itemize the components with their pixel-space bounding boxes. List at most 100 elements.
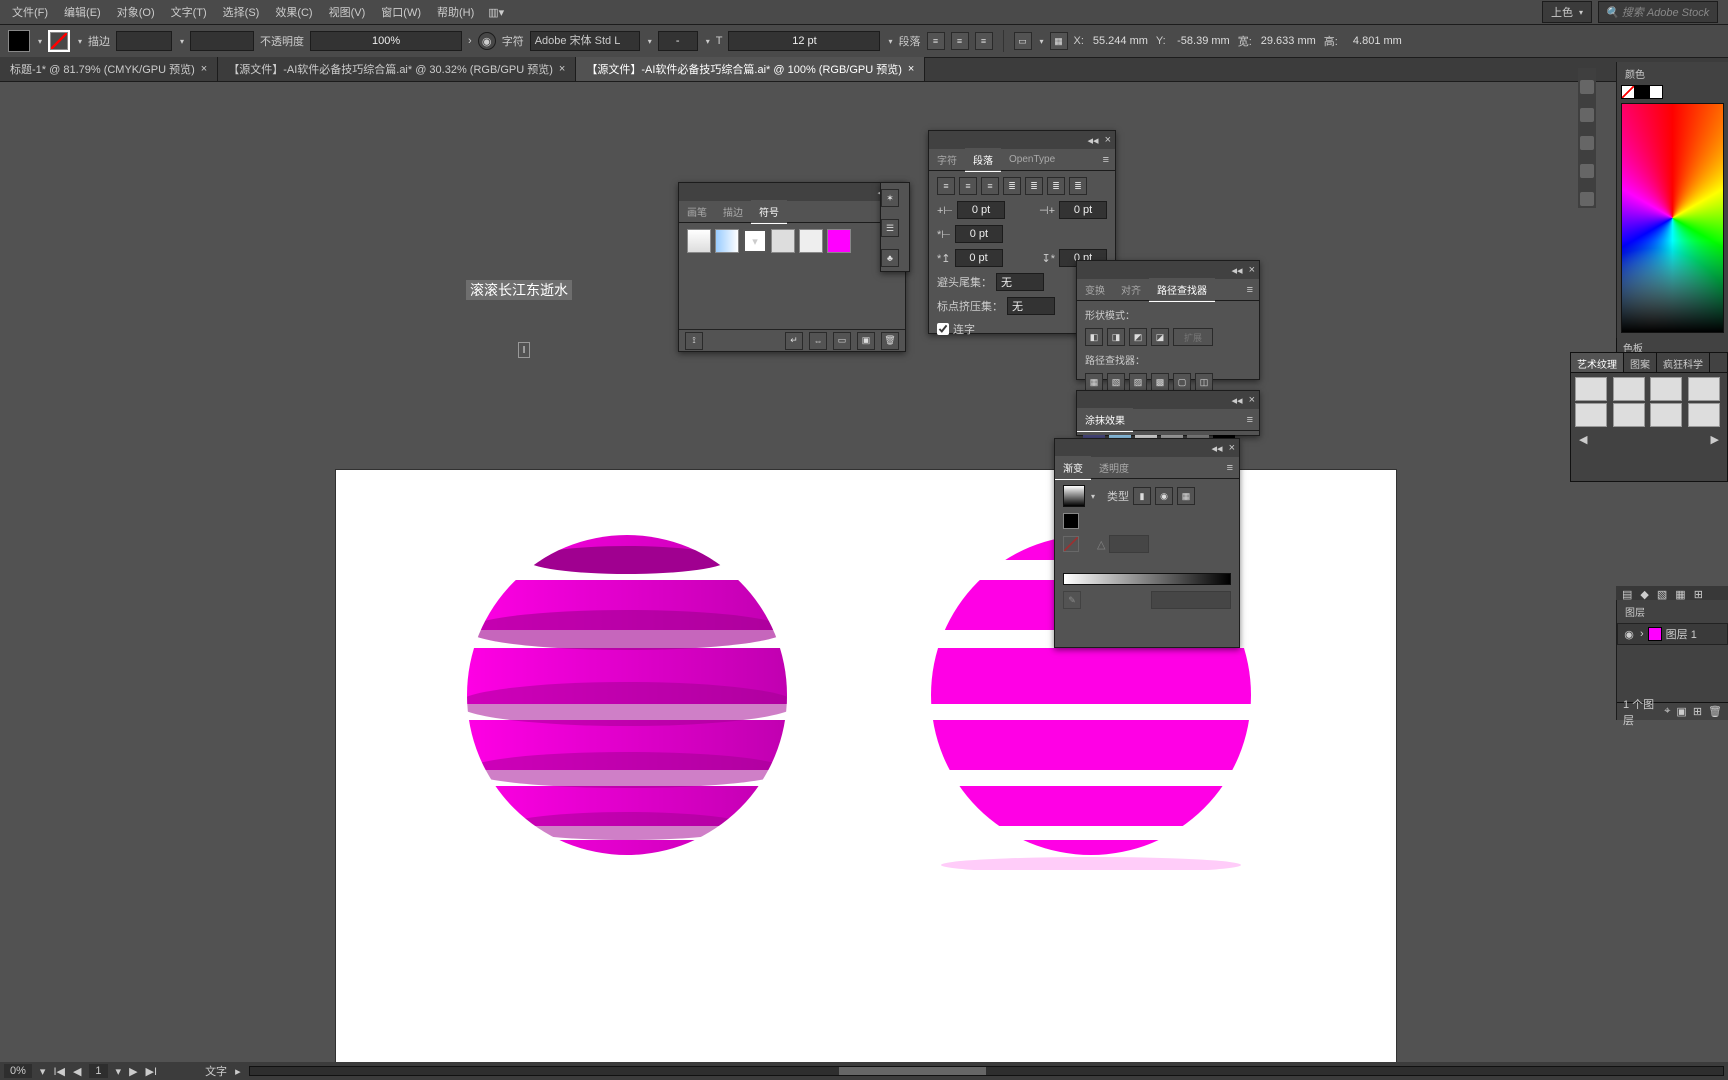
crop-icon[interactable]: ▩ [1151,373,1169,391]
white-swatch[interactable] [1649,85,1663,99]
menu-type[interactable]: 文字(T) [163,0,215,24]
menu-help[interactable]: 帮助(H) [429,0,482,24]
zoom-level[interactable]: 0% [4,1064,32,1078]
tab-paragraph[interactable]: 段落 [965,148,1001,172]
symbol-swatch[interactable] [827,229,851,253]
punct-squeeze-dd[interactable]: 无 [1007,297,1055,315]
close-icon[interactable]: × [1249,264,1255,276]
transform-anchor-icon[interactable]: ▦ [1050,32,1068,50]
symbol-options-icon[interactable]: ▭ [833,332,851,350]
search-stock[interactable]: 🔍 搜索 Adobe Stock [1598,1,1718,23]
menu-edit[interactable]: 编辑(E) [56,0,109,24]
gradient-stroke-swatch[interactable] [1063,536,1079,552]
hyphen-head-dd[interactable]: 无 [996,273,1044,291]
black-swatch[interactable] [1635,85,1649,99]
recolor-icon[interactable]: ◉ [478,32,496,50]
circle-icon[interactable] [1580,136,1594,150]
freeform-gradient-icon[interactable]: ▦ [1177,487,1195,505]
fill-swatch[interactable] [8,30,30,52]
next-page-icon[interactable]: ▶ [1711,433,1719,446]
gradient-slider[interactable] [1063,573,1231,585]
chevron-down-icon[interactable]: ▾ [1040,37,1044,46]
menu-effect[interactable]: 效果(C) [267,0,320,24]
selected-text-object[interactable]: 滚滚长江东逝水 [466,280,572,300]
panel-menu-icon[interactable]: ≡ [1241,414,1259,426]
justify-left-icon[interactable]: ≣ [1003,177,1021,195]
symbol-swatch[interactable] [687,229,711,253]
window-icon[interactable] [1580,164,1594,178]
chevron-down-icon[interactable]: ▾ [78,37,82,46]
space-before-field[interactable] [955,249,1003,267]
first-artboard-icon[interactable]: I◀ [53,1065,65,1078]
menu-window[interactable]: 窗口(W) [373,0,429,24]
divide-icon[interactable]: ▦ [1085,373,1103,391]
chevron-down-icon[interactable]: ▾ [38,37,42,46]
layer-name[interactable]: 图层 1 [1666,626,1697,642]
art-textures-panel[interactable]: 艺术纹理 图案 疯狂科学 ◀ ▶ [1570,352,1728,482]
color-spectrum[interactable] [1621,103,1724,333]
artboard-number[interactable]: 1 [89,1064,107,1078]
pathfinder-panel[interactable]: ◂◂× 变换 对齐 路径查找器 ≡ 形状模式： ◧ ◨ ◩ ◪ 扩展 路径查找器… [1076,260,1260,380]
disclosure-icon[interactable]: › [1640,628,1644,640]
tab-doc-1[interactable]: 标题-1* @ 81.79% (CMYK/GPU 预览) × [0,57,218,81]
panel-header[interactable]: ◂◂ × [679,183,905,201]
smudge-panel[interactable]: ◂◂× 涂抹效果 ≡ [1076,390,1260,436]
chevron-down-icon[interactable]: ▾ [180,37,184,46]
prev-page-icon[interactable]: ◀ [1579,433,1587,446]
artboard-dd-icon[interactable]: ▾ [116,1065,122,1078]
layer-icon[interactable]: ◆ [1640,588,1648,601]
arrow-right-icon[interactable]: › [468,35,472,47]
menu-file[interactable]: 文件(F) [4,0,56,24]
indent-left-field[interactable] [957,201,1005,219]
unite-icon[interactable]: ◧ [1085,328,1103,346]
layer-row[interactable]: ◉ › 图层 1 [1617,623,1728,645]
collapse-icon[interactable]: ◂◂ [1232,264,1243,277]
layer-icon[interactable]: ▧ [1657,588,1667,601]
tab-brushes[interactable]: 画笔 [679,200,715,223]
texture-swatch[interactable] [1688,377,1720,401]
chevron-down-icon[interactable]: ▾ [1091,492,1095,501]
texture-swatch[interactable] [1650,403,1682,427]
tab-art-texture[interactable]: 艺术纹理 [1571,353,1624,372]
workspace-switcher[interactable]: 上色 ▾ [1542,1,1592,23]
stroke-swatch[interactable] [48,30,70,52]
layers-panel[interactable]: 图层 ◉ › 图层 1 1 个图层 ⌖ ▣ ⊞ 🗑 [1616,600,1728,720]
symbol-swatch[interactable] [771,229,795,253]
gear-icon[interactable] [1580,80,1594,94]
gradient-panel[interactable]: ◂◂× 渐变 透明度 ≡ ▾ 类型 ▮ ◉ ▦ △ ✎ [1054,438,1240,648]
h-value[interactable]: 4.801 mm [1344,35,1404,47]
trash-icon[interactable]: 🗑 [881,332,899,350]
tab-doc-3[interactable]: 【源文件】-AI软件必备技巧综合篇.ai* @ 100% (RGB/GPU 预览… [576,57,925,81]
align-center-icon[interactable]: ≡ [951,32,969,50]
justify-right-icon[interactable]: ≣ [1047,177,1065,195]
texture-swatch[interactable] [1575,377,1607,401]
close-icon[interactable]: × [559,63,565,75]
new-symbol-icon[interactable]: ▣ [857,332,875,350]
tab-symbols[interactable]: 符号 [751,200,787,224]
info-icon[interactable] [1580,108,1594,122]
layer-icon[interactable]: ⊞ [1694,588,1703,601]
minus-front-icon[interactable]: ◨ [1107,328,1125,346]
align-left-icon[interactable]: ≡ [927,32,945,50]
gradient-fill-swatch[interactable] [1063,513,1079,529]
tab-crazy-science[interactable]: 疯狂科学 [1657,353,1710,372]
texture-swatch[interactable] [1688,403,1720,427]
font-style-dd[interactable] [658,31,698,51]
font-family-dd[interactable]: Adobe 宋体 Std L [530,31,640,51]
layer-icon[interactable]: ▦ [1675,588,1685,601]
opacity-dd[interactable] [1151,591,1231,609]
color-panel[interactable]: 颜色 [1616,62,1728,342]
panel-header[interactable]: ◂◂ × [929,131,1115,149]
menu-select[interactable]: 选择(S) [215,0,268,24]
first-line-field[interactable] [955,225,1003,243]
tab-transparency[interactable]: 透明度 [1091,456,1137,479]
collapse-icon[interactable]: ◂◂ [1212,442,1223,455]
justify-all-icon[interactable]: ≣ [1069,177,1087,195]
texture-swatch[interactable] [1575,403,1607,427]
none-swatch[interactable] [1621,85,1635,99]
prev-artboard-icon[interactable]: ◀ [73,1065,81,1078]
new-layer-icon[interactable]: ⊞ [1693,705,1702,718]
close-icon[interactable]: × [908,63,914,75]
expand-button[interactable]: 扩展 [1173,328,1213,346]
exclude-icon[interactable]: ◪ [1151,328,1169,346]
